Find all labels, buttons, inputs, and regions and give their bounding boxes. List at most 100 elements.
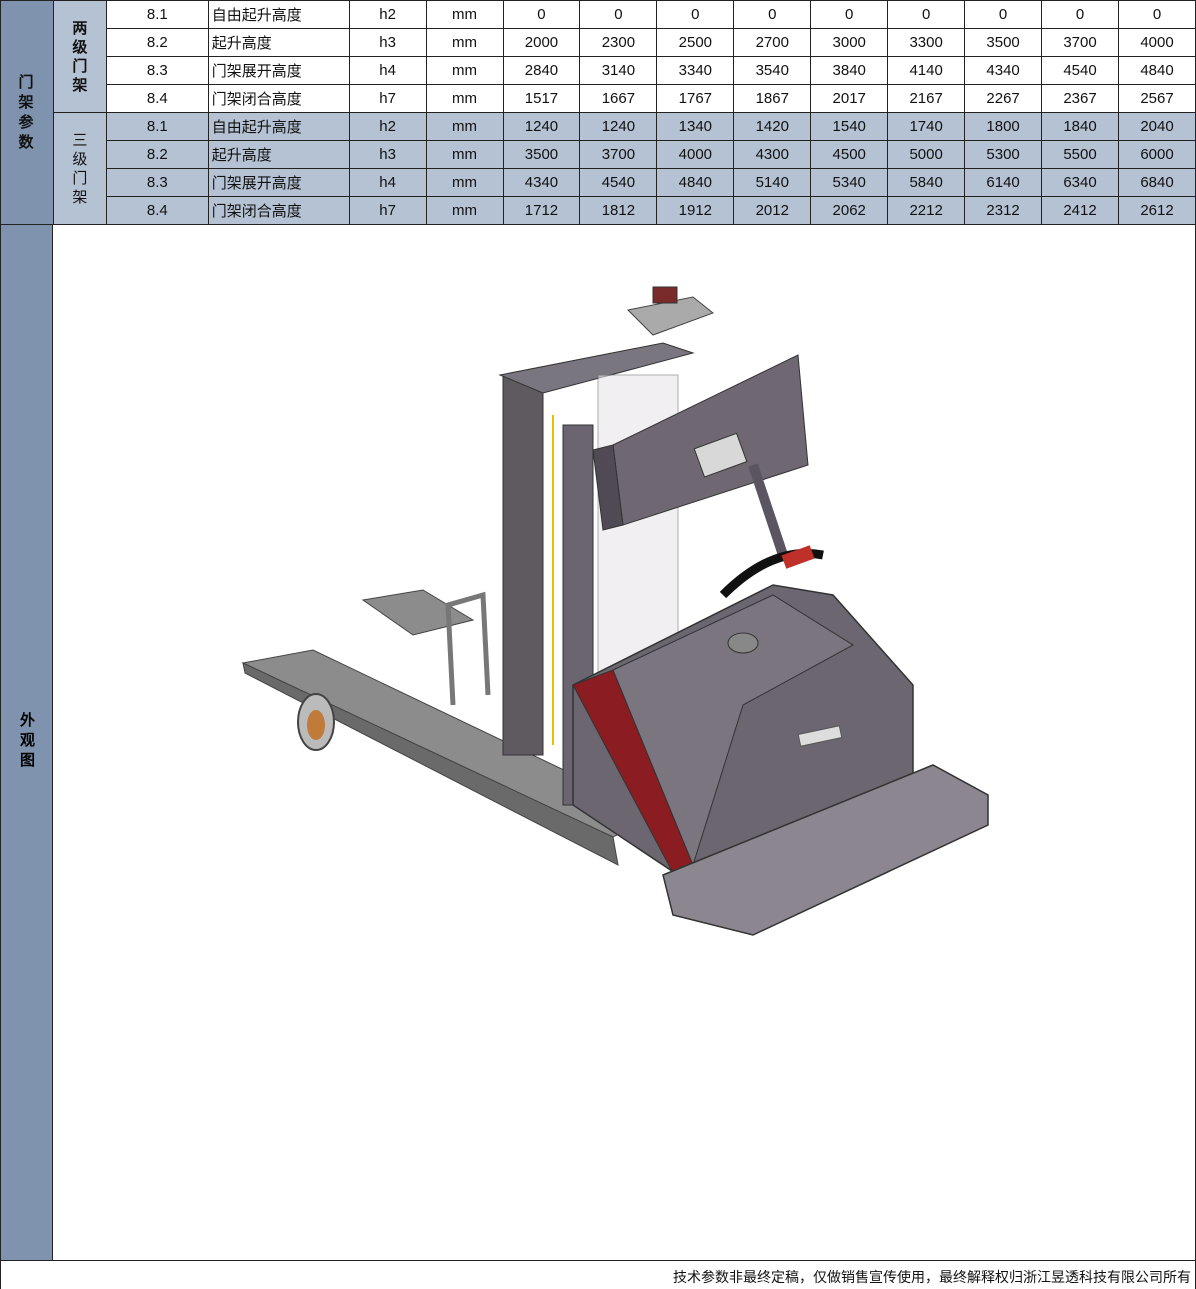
row-value: 0 (964, 0, 1043, 29)
row-value: 2167 (887, 84, 966, 113)
row-number: 8.4 (105, 196, 209, 225)
row-value: 1340 (656, 112, 735, 141)
row-value: 2312 (964, 196, 1043, 225)
row-unit: mm (425, 168, 504, 197)
row-value: 4000 (656, 140, 735, 169)
row-value: 3500 (502, 140, 581, 169)
row-value: 5000 (887, 140, 966, 169)
row-value: 2267 (964, 84, 1043, 113)
row-symbol: h7 (348, 196, 427, 225)
row-value: 2412 (1041, 196, 1119, 225)
appearance-char: 图 (19, 752, 35, 769)
row-value: 2012 (733, 196, 812, 225)
row-number: 8.2 (105, 140, 209, 169)
row-symbol: h2 (348, 112, 427, 141)
table-row: 8.4 门架闭合高度 h7 mm 1517 1667 1767 1867 2017 2167 226… (1, 84, 1196, 113)
row-value: 0 (1118, 0, 1196, 29)
row-value: 4340 (964, 56, 1043, 85)
row-value: 4840 (1118, 56, 1196, 85)
appearance-label: 外观图 (0, 225, 53, 1260)
row-description: 自由起升高度 (207, 112, 350, 141)
label-char: 架 (72, 188, 88, 206)
row-value: 3700 (579, 140, 658, 169)
row-value: 1540 (810, 112, 889, 141)
row-unit: mm (425, 196, 504, 225)
row-value: 5340 (810, 168, 889, 197)
row-unit: mm (425, 84, 504, 113)
row-value: 3300 (887, 28, 966, 57)
row-value: 3000 (810, 28, 889, 57)
appearance-char: 观 (19, 732, 35, 749)
table-row: 8.2 起升高度 h3 mm 2000 2300 2500 2700 3000 3300 3500 3… (1, 28, 1196, 57)
row-value: 6140 (964, 168, 1043, 197)
forklift-agv-illustration (241, 286, 989, 936)
header-char: 门 (18, 73, 36, 91)
header-char: 参 (18, 113, 36, 131)
row-symbol: h4 (348, 56, 427, 85)
row-value: 6840 (1118, 168, 1196, 197)
table-row: 8.3 门架展开高度 h4 mm 2840 3140 3340 3540 3840 4140 434… (1, 56, 1196, 85)
row-value: 1867 (733, 84, 812, 113)
row-value: 1240 (502, 112, 581, 141)
three-stage-mast-label: 三级门架 (52, 112, 107, 225)
row-description: 门架闭合高度 (207, 84, 350, 113)
row-value: 4140 (887, 56, 966, 85)
table-row: 门架参数两级门架 8.1 自由起升高度 h2 mm 0 0 0 0 0 0 0 0 0 (0, 0, 1196, 225)
row-value: 0 (887, 0, 966, 29)
row-description: 起升高度 (207, 28, 350, 57)
row-value: 2212 (887, 196, 966, 225)
row-value: 3500 (964, 28, 1043, 57)
row-value: 5300 (964, 140, 1043, 169)
row-value: 2017 (810, 84, 889, 113)
row-number: 8.4 (105, 84, 209, 113)
row-value: 4000 (1118, 28, 1196, 57)
row-value: 4340 (502, 168, 581, 197)
row-number: 8.1 (105, 112, 209, 141)
row-symbol: h3 (348, 28, 427, 57)
row-number: 8.2 (105, 28, 209, 57)
row-value: 3700 (1041, 28, 1119, 57)
row-value: 4300 (733, 140, 812, 169)
row-value: 4540 (579, 168, 658, 197)
appearance-section: 外观图 (0, 225, 1196, 1260)
row-number: 8.3 (105, 56, 209, 85)
row-value: 2840 (502, 56, 581, 85)
row-value: 3540 (733, 56, 812, 85)
label-char: 两 (72, 19, 88, 37)
footer-disclaimer: 技术参数非最终定稿，仅做销售宣传使用，最终解释权归浙江昱透科技有限公司所有 (673, 1269, 1191, 1285)
row-description: 门架闭合高度 (207, 196, 350, 225)
row-value: 0 (502, 0, 581, 29)
row-value: 3140 (579, 56, 658, 85)
header-char: 架 (18, 93, 36, 111)
row-value: 1667 (579, 84, 658, 113)
row-value: 0 (1041, 0, 1119, 29)
label-char: 门 (72, 169, 88, 187)
row-unit: mm (425, 28, 504, 57)
row-value: 1240 (579, 112, 658, 141)
row-value: 1517 (502, 84, 581, 113)
row-value: 0 (733, 0, 812, 29)
row-value: 1712 (502, 196, 581, 225)
row-value: 0 (656, 0, 735, 29)
row-value: 0 (579, 0, 658, 29)
row-value: 2040 (1118, 112, 1196, 141)
row-description: 起升高度 (207, 140, 350, 169)
mast-params-header: 门架参数 (0, 0, 54, 225)
row-symbol: h2 (348, 0, 427, 29)
spec-table: 门架参数两级门架 8.1 自由起升高度 h2 mm 0 0 0 0 0 0 0 0 0 8.2 起升高度 h3 m… (0, 0, 1196, 225)
row-description: 门架展开高度 (207, 168, 350, 197)
appearance-image-area (53, 225, 1196, 1260)
row-number: 8.3 (105, 168, 209, 197)
row-description: 自由起升高度 (207, 0, 350, 29)
appearance-label-text: 外观图 (1, 711, 54, 771)
label-char: 三 (72, 131, 88, 149)
row-unit: mm (425, 56, 504, 85)
row-value: 2062 (810, 196, 889, 225)
row-value: 1912 (656, 196, 735, 225)
row-value: 4500 (810, 140, 889, 169)
row-value: 6340 (1041, 168, 1119, 197)
row-value: 2700 (733, 28, 812, 57)
row-value: 3840 (810, 56, 889, 85)
label-char: 架 (72, 76, 88, 94)
row-value: 1840 (1041, 112, 1119, 141)
